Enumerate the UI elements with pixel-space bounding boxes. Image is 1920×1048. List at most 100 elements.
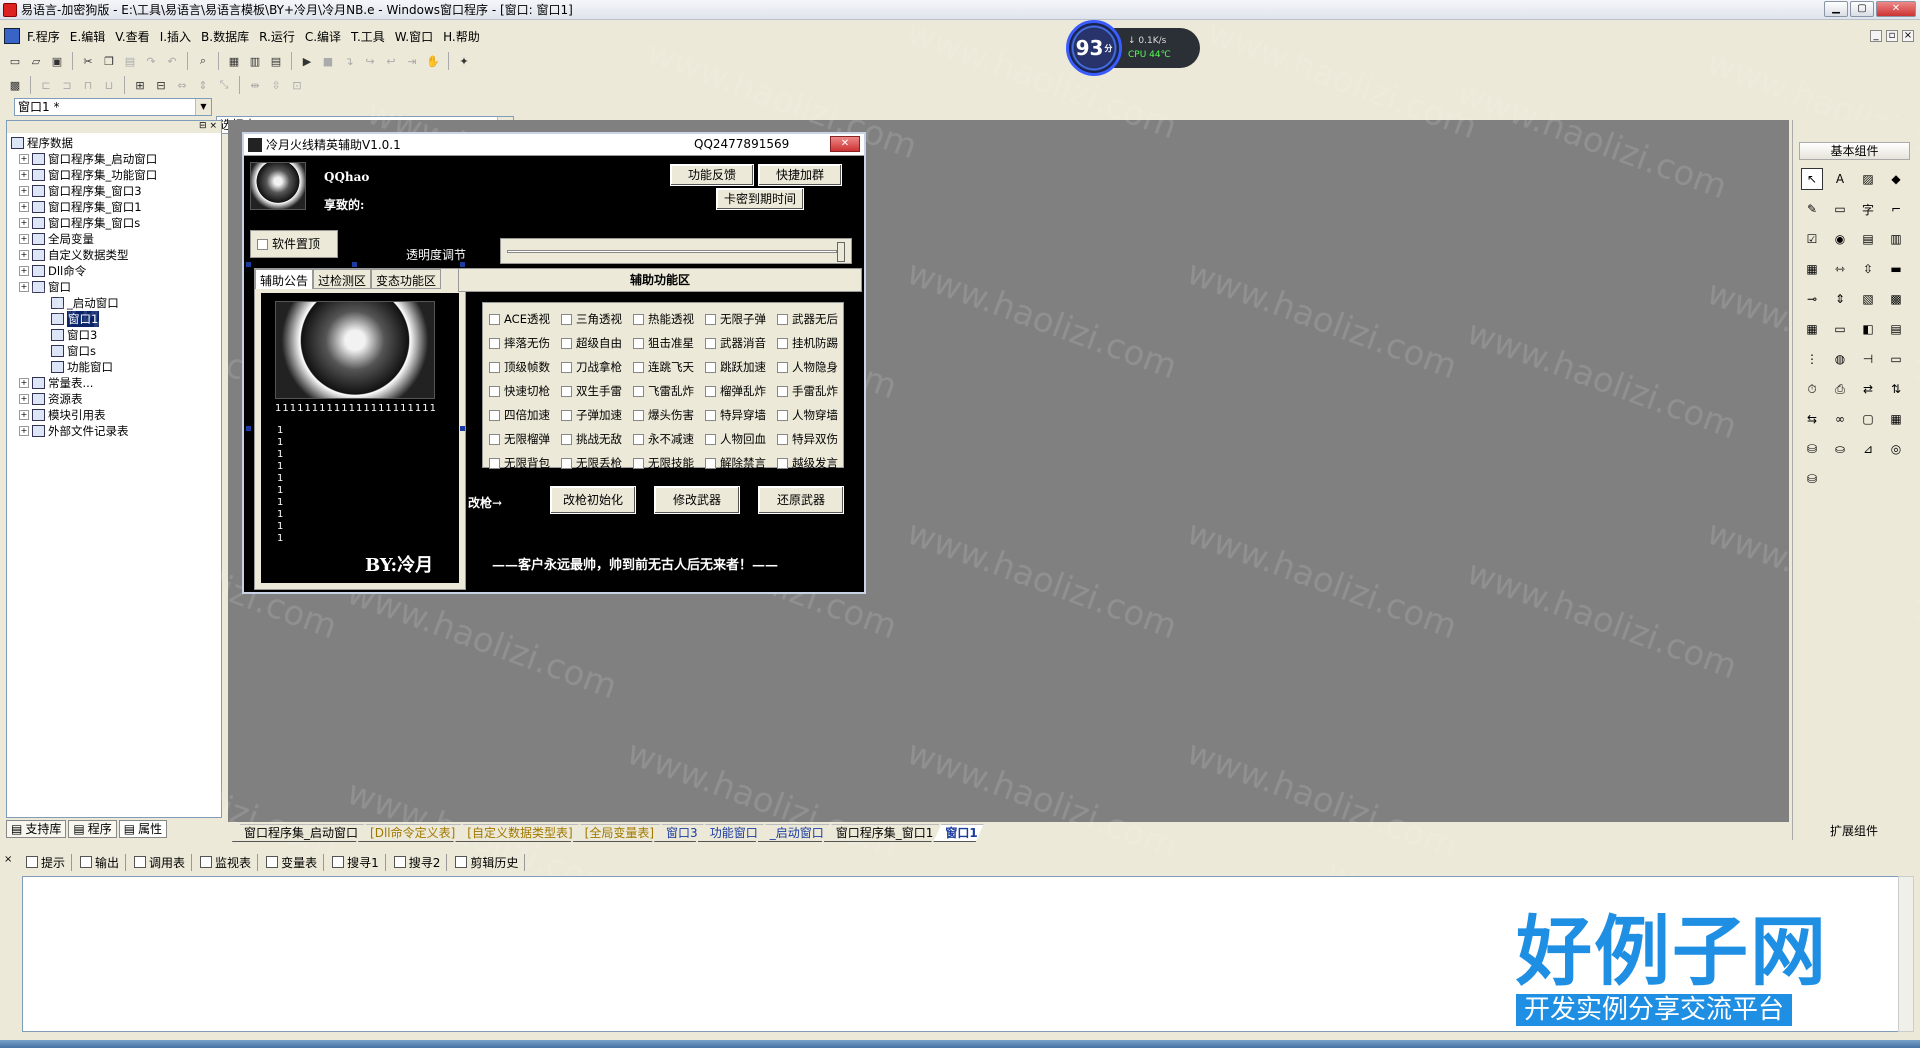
cheat-option[interactable]: 解除禁言 bbox=[705, 455, 766, 471]
cheat-checkbox[interactable] bbox=[705, 433, 716, 445]
cheat-option[interactable]: 三角透视 bbox=[561, 311, 622, 327]
menu-item[interactable]: E.编辑 bbox=[65, 28, 110, 45]
layout-3-icon[interactable]: ▤ bbox=[267, 52, 285, 70]
menu-item[interactable]: V.查看 bbox=[110, 28, 154, 45]
output-tab[interactable]: 搜寻2 bbox=[388, 853, 448, 871]
expand-icon[interactable]: + bbox=[19, 170, 29, 180]
cheat-checkbox[interactable] bbox=[561, 313, 572, 325]
cheat-checkbox[interactable] bbox=[489, 385, 500, 397]
cheat-option[interactable]: 人物隐身 bbox=[777, 359, 838, 375]
output-tab[interactable]: 搜寻1 bbox=[326, 853, 386, 871]
combo-icon[interactable]: ▤ bbox=[1857, 228, 1879, 250]
cheat-checkbox[interactable] bbox=[777, 409, 788, 421]
cheat-checkbox[interactable] bbox=[633, 313, 644, 325]
cheat-option[interactable]: ACE透视 bbox=[489, 311, 550, 327]
cheat-checkbox[interactable] bbox=[633, 409, 644, 421]
expand-icon[interactable]: + bbox=[19, 202, 29, 212]
output-tab[interactable]: 输出 bbox=[74, 853, 127, 871]
expand-icon[interactable]: + bbox=[19, 266, 29, 276]
menu-item[interactable]: F.程序 bbox=[22, 28, 65, 45]
cheat-checkbox[interactable] bbox=[777, 361, 788, 373]
find-icon[interactable]: ⌕ bbox=[194, 52, 212, 70]
cheat-option[interactable]: 人物穿墙 bbox=[777, 407, 838, 423]
layout-2-icon[interactable]: ▥ bbox=[246, 52, 264, 70]
cheat-checkbox[interactable] bbox=[705, 409, 716, 421]
tree-item[interactable]: + 外部文件记录表 bbox=[11, 423, 221, 439]
card-expiry-button[interactable]: 卡密到期时间 bbox=[716, 188, 804, 210]
spin-icon[interactable]: ⇕ bbox=[1829, 288, 1851, 310]
label-icon[interactable]: A bbox=[1829, 168, 1851, 190]
tree-item[interactable]: + 窗口 bbox=[11, 279, 221, 295]
tab-order-icon[interactable]: ⊡ bbox=[288, 76, 306, 94]
tree-item[interactable]: + 窗口程序集_启动窗口 bbox=[11, 151, 221, 167]
document-icon[interactable]: ▤ bbox=[1885, 318, 1907, 340]
output-tab[interactable]: 剪辑历史 bbox=[449, 853, 526, 871]
frame-icon[interactable]: ▭ bbox=[1829, 198, 1851, 220]
close-button[interactable]: ✕ bbox=[1876, 1, 1916, 17]
output-tab[interactable]: 提示 bbox=[20, 853, 73, 871]
tree-root[interactable]: 程序数据 bbox=[11, 135, 221, 151]
tree-item[interactable]: + 窗口程序集_功能窗口 bbox=[11, 167, 221, 183]
cheat-option[interactable]: 挑战无敌 bbox=[561, 431, 622, 447]
space-h-icon[interactable]: ⇹ bbox=[246, 76, 264, 94]
cheat-checkbox[interactable] bbox=[705, 457, 716, 469]
text-icon[interactable]: 字 bbox=[1857, 198, 1879, 220]
cheat-option[interactable]: 榴弹乱炸 bbox=[705, 383, 766, 399]
expand-icon[interactable]: + bbox=[19, 410, 29, 420]
gun-init-button[interactable]: 改枪初始化 bbox=[550, 486, 636, 514]
taskbar[interactable] bbox=[0, 1040, 1920, 1048]
document-tab[interactable]: 窗口3 bbox=[654, 824, 704, 842]
cheat-option[interactable]: 顶级帧数 bbox=[489, 359, 550, 375]
cheat-option[interactable]: 刀战拿枪 bbox=[561, 359, 622, 375]
menu-item[interactable]: I.插入 bbox=[155, 28, 196, 45]
cheat-option[interactable]: 武器消音 bbox=[705, 335, 766, 351]
cheat-option[interactable]: 越级发言 bbox=[777, 455, 838, 471]
grid-icon[interactable]: ▩ bbox=[6, 76, 24, 94]
selection-handle[interactable] bbox=[460, 426, 465, 431]
output-tab[interactable]: 调用表 bbox=[128, 853, 193, 871]
open-file-icon[interactable]: ▱ bbox=[27, 52, 45, 70]
cheat-checkbox[interactable] bbox=[561, 457, 572, 469]
document-tab[interactable]: _启动窗口 bbox=[758, 824, 830, 842]
menu-item[interactable]: W.窗口 bbox=[390, 28, 438, 45]
feedback-button[interactable]: 功能反馈 bbox=[670, 164, 754, 186]
tree-item[interactable]: + 资源表 bbox=[11, 391, 221, 407]
cheat-checkbox[interactable] bbox=[489, 409, 500, 421]
timer-icon[interactable]: ⏱ bbox=[1801, 378, 1823, 400]
progress-icon[interactable]: ▬ bbox=[1885, 258, 1907, 280]
join-group-button[interactable]: 快捷加群 bbox=[758, 164, 842, 186]
document-tab[interactable]: [自定义数据类型表] bbox=[455, 824, 578, 842]
output-tab[interactable]: 变量表 bbox=[260, 853, 325, 871]
cheat-option[interactable]: 手雷乱炸 bbox=[777, 383, 838, 399]
gif-icon[interactable]: ◧ bbox=[1857, 318, 1879, 340]
odbc-icon[interactable]: ◎ bbox=[1885, 438, 1907, 460]
cheat-checkbox[interactable] bbox=[705, 361, 716, 373]
chart-icon[interactable]: ⊿ bbox=[1857, 438, 1879, 460]
tab-icon[interactable]: ▧ bbox=[1857, 288, 1879, 310]
selection-handle[interactable] bbox=[246, 262, 251, 267]
new-file-icon[interactable]: ▭ bbox=[6, 52, 24, 70]
top-checkbox[interactable]: 软件置顶 bbox=[250, 230, 338, 258]
output-tab[interactable]: 监视表 bbox=[194, 853, 259, 871]
space-v-icon[interactable]: ⇳ bbox=[267, 76, 285, 94]
odbc-db-icon[interactable]: ⛁ bbox=[1801, 468, 1823, 490]
mdi-minimize-button[interactable]: _ bbox=[1870, 30, 1882, 42]
tree-item[interactable]: + 窗口程序集_窗口s bbox=[11, 215, 221, 231]
splitter-icon[interactable]: ⊣ bbox=[1857, 348, 1879, 370]
align-right-icon[interactable]: ⊓ bbox=[79, 76, 97, 94]
calendar-icon[interactable]: ▦ bbox=[1801, 318, 1823, 340]
tree-item[interactable]: + 模块引用表 bbox=[11, 407, 221, 423]
tree-item[interactable]: _启动窗口 bbox=[11, 295, 221, 311]
list-icon[interactable]: ▥ bbox=[1885, 228, 1907, 250]
selection-handle[interactable] bbox=[352, 262, 357, 267]
cheat-checkbox[interactable] bbox=[489, 457, 500, 469]
cheat-option[interactable]: 挂机防踢 bbox=[777, 335, 838, 351]
cheat-option[interactable]: 超级自由 bbox=[561, 335, 622, 351]
cheat-option[interactable]: 无限榴弹 bbox=[489, 431, 550, 447]
document-tab[interactable]: 窗口1 bbox=[933, 824, 983, 842]
shape-icon[interactable]: ◆ bbox=[1885, 168, 1907, 190]
mdi-close-button[interactable]: × bbox=[1902, 30, 1914, 42]
cheat-checkbox[interactable] bbox=[777, 337, 788, 349]
cheat-option[interactable]: 武器无后 bbox=[777, 311, 838, 327]
cheat-checkbox[interactable] bbox=[705, 385, 716, 397]
